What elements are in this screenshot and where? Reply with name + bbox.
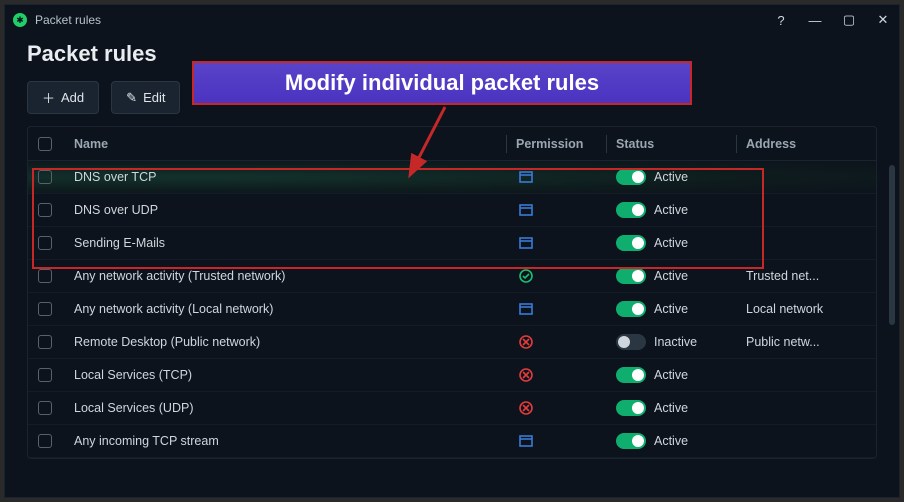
- row-checkbox[interactable]: [38, 269, 52, 283]
- row-checkbox[interactable]: [38, 203, 52, 217]
- edit-button-label: Edit: [143, 90, 165, 105]
- add-button[interactable]: ＋ Add: [27, 81, 99, 114]
- permission-block-icon: [516, 169, 536, 185]
- permission-block-icon: [516, 235, 536, 251]
- rule-name: Local Services (UDP): [74, 401, 516, 415]
- status-label: Active: [654, 236, 688, 250]
- annotation-text: Modify individual packet rules: [285, 70, 599, 96]
- status-cell: Active: [616, 268, 746, 284]
- col-status[interactable]: Status: [616, 137, 746, 151]
- status-label: Active: [654, 368, 688, 382]
- plus-icon: ＋: [42, 88, 55, 107]
- row-checkbox[interactable]: [38, 302, 52, 316]
- status-label: Active: [654, 170, 688, 184]
- status-cell: Active: [616, 367, 746, 383]
- status-toggle[interactable]: [616, 301, 646, 317]
- address-cell: Trusted net...: [746, 269, 866, 283]
- permission-block-icon: [516, 202, 536, 218]
- close-button[interactable]: ✕: [875, 12, 891, 28]
- pencil-icon: ✎: [126, 90, 137, 106]
- row-checkbox[interactable]: [38, 335, 52, 349]
- status-label: Inactive: [654, 335, 697, 349]
- add-button-label: Add: [61, 90, 84, 105]
- permission-block-icon: [516, 433, 536, 449]
- rule-name: Any network activity (Trusted network): [74, 269, 516, 283]
- rule-name: Any incoming TCP stream: [74, 434, 516, 448]
- annotation-arrow-icon: [405, 103, 465, 183]
- address-cell: Local network: [746, 302, 866, 316]
- rule-name: Remote Desktop (Public network): [74, 335, 516, 349]
- table-row[interactable]: Local Services (TCP) Active: [28, 359, 876, 392]
- rule-name: DNS over UDP: [74, 203, 516, 217]
- vertical-scrollbar[interactable]: [889, 165, 895, 475]
- row-checkbox[interactable]: [38, 434, 52, 448]
- titlebar: ✱ Packet rules ? — ▢ ✕: [5, 5, 899, 35]
- status-toggle[interactable]: [616, 334, 646, 350]
- table-row[interactable]: DNS over UDP Active: [28, 194, 876, 227]
- table-row[interactable]: Local Services (UDP) Active: [28, 392, 876, 425]
- address-cell: Public netw...: [746, 335, 866, 349]
- app-logo-icon: ✱: [13, 13, 27, 27]
- rule-name: Local Services (TCP): [74, 368, 516, 382]
- help-button[interactable]: ?: [773, 13, 789, 28]
- status-label: Active: [654, 401, 688, 415]
- permission-deny-icon: [516, 367, 536, 383]
- status-label: Active: [654, 434, 688, 448]
- rule-name: Any network activity (Local network): [74, 302, 516, 316]
- status-label: Active: [654, 203, 688, 217]
- status-cell: Active: [616, 400, 746, 416]
- status-toggle[interactable]: [616, 367, 646, 383]
- row-checkbox[interactable]: [38, 368, 52, 382]
- table-row[interactable]: Any network activity (Trusted network) Ac…: [28, 260, 876, 293]
- status-cell: Active: [616, 235, 746, 251]
- status-toggle[interactable]: [616, 400, 646, 416]
- edit-button[interactable]: ✎ Edit: [111, 81, 180, 114]
- scrollbar-thumb[interactable]: [889, 165, 895, 325]
- table-row[interactable]: Any network activity (Local network) Acti…: [28, 293, 876, 326]
- status-cell: Active: [616, 433, 746, 449]
- table-row[interactable]: Remote Desktop (Public network) Inactive P…: [28, 326, 876, 359]
- minimize-button[interactable]: —: [807, 13, 823, 28]
- col-address[interactable]: Address: [746, 137, 866, 151]
- permission-deny-icon: [516, 334, 536, 350]
- row-checkbox[interactable]: [38, 236, 52, 250]
- rule-name: Sending E-Mails: [74, 236, 516, 250]
- row-checkbox[interactable]: [38, 170, 52, 184]
- table-row[interactable]: Any incoming TCP stream Active: [28, 425, 876, 458]
- col-permission[interactable]: Permission: [516, 137, 616, 151]
- status-cell: Active: [616, 202, 746, 218]
- permission-allow-icon: [516, 268, 536, 284]
- maximize-button[interactable]: ▢: [841, 12, 857, 28]
- status-toggle[interactable]: [616, 235, 646, 251]
- status-cell: Active: [616, 301, 746, 317]
- window-title: Packet rules: [35, 13, 101, 27]
- status-label: Active: [654, 302, 688, 316]
- row-checkbox[interactable]: [38, 401, 52, 415]
- status-toggle[interactable]: [616, 268, 646, 284]
- permission-block-icon: [516, 301, 536, 317]
- select-all-checkbox[interactable]: [38, 137, 52, 151]
- permission-deny-icon: [516, 400, 536, 416]
- status-toggle[interactable]: [616, 202, 646, 218]
- status-toggle[interactable]: [616, 169, 646, 185]
- status-toggle[interactable]: [616, 433, 646, 449]
- status-cell: Inactive: [616, 334, 746, 350]
- status-label: Active: [654, 269, 688, 283]
- status-cell: Active: [616, 169, 746, 185]
- annotation-callout: Modify individual packet rules: [192, 61, 692, 105]
- app-window: ✱ Packet rules ? — ▢ ✕ Packet rules ＋ Ad…: [4, 4, 900, 498]
- table-row[interactable]: Sending E-Mails Active: [28, 227, 876, 260]
